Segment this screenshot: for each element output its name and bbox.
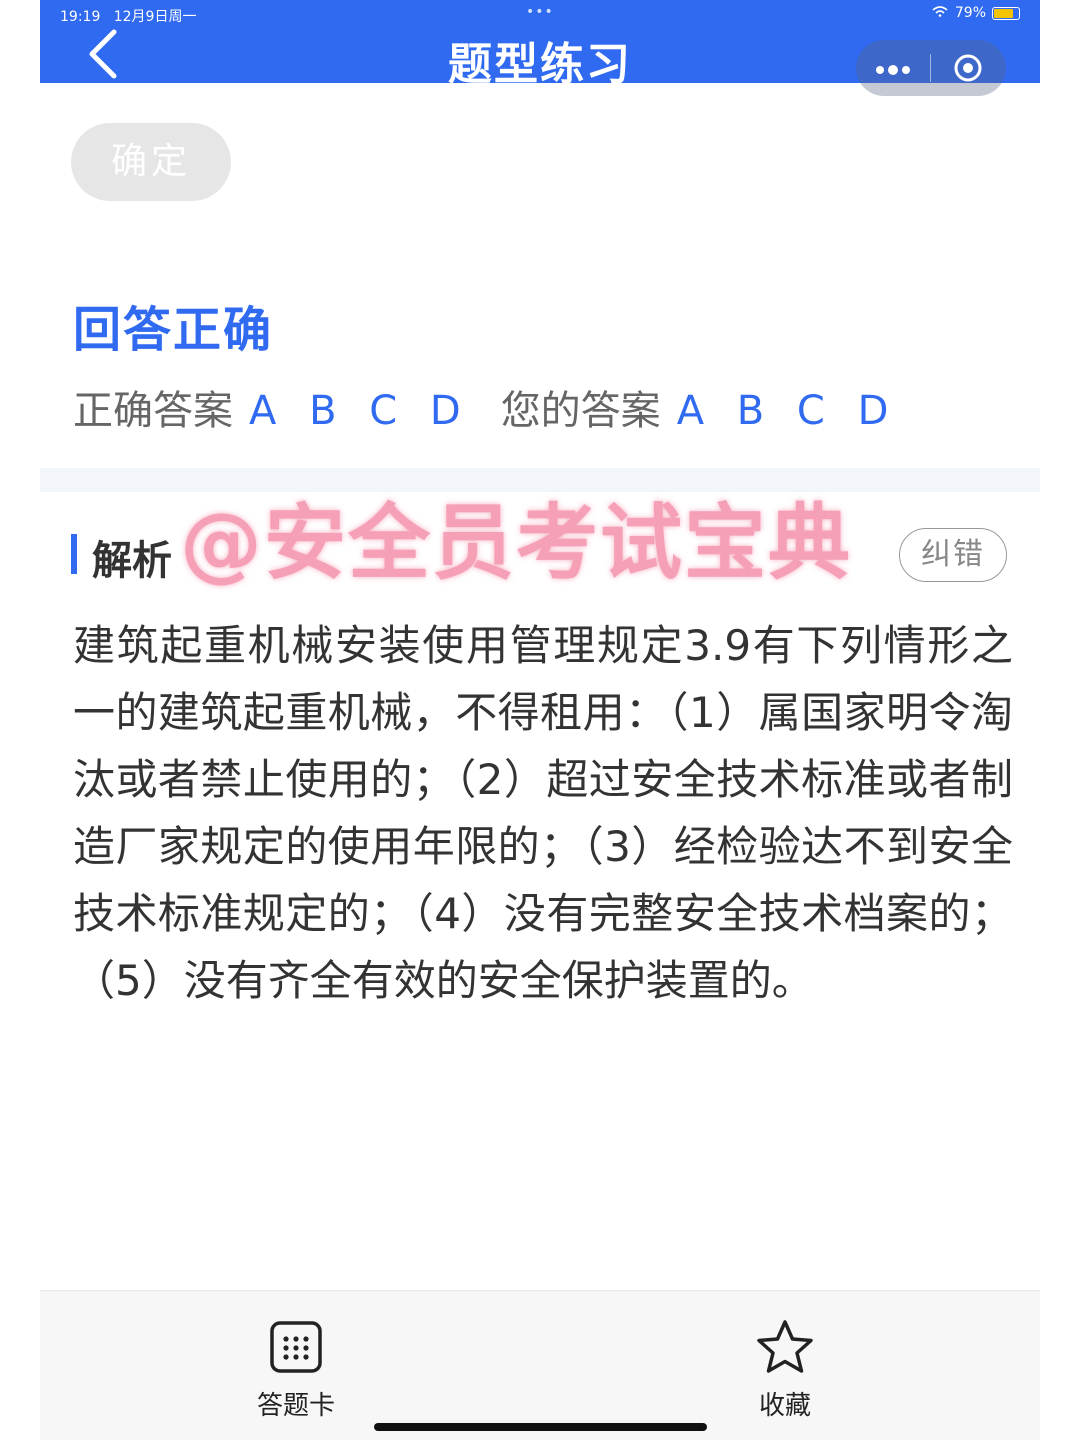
analysis-accent-bar [71, 534, 77, 574]
home-indicator [374, 1423, 707, 1431]
target-icon [954, 54, 982, 82]
correct-answer-value: A B C D [249, 388, 471, 434]
answer-card-label: 答题卡 [256, 1391, 335, 1421]
star-icon [757, 1320, 813, 1373]
your-answer-label: 您的答案 [500, 388, 661, 434]
close-miniprogram-button[interactable] [931, 53, 1005, 83]
wifi-icon [931, 5, 949, 21]
grid-icon [270, 1321, 322, 1373]
result-status: 回答正确 [73, 302, 274, 358]
status-time: 19:19 12月9日周一 [60, 9, 197, 25]
battery-icon [992, 6, 1020, 20]
answer-summary: 正确答案 A B C D 您的答案 A B C D [73, 378, 898, 436]
status-dots: ••• [526, 4, 554, 20]
favorite-tab[interactable]: 收藏 [705, 1317, 865, 1422]
bottom-toolbar: 答题卡 收藏 [40, 1290, 1040, 1440]
ellipsis-icon [876, 64, 910, 75]
battery-percent: 79% [954, 5, 986, 21]
correct-answer-label: 正确答案 [73, 388, 233, 434]
your-answer-value: A B C D [676, 388, 899, 434]
report-error-button[interactable]: 纠错 [899, 528, 1007, 582]
mini-program-capsule [856, 40, 1006, 96]
status-right: 79% [931, 5, 1020, 21]
answer-card-tab[interactable]: 答题卡 [216, 1317, 376, 1422]
confirm-button[interactable]: 确定 [71, 123, 231, 201]
app-frame: 19:19 12月9日周一 ••• 79% 题型练习 确定 回答正确 正确答案 A… [40, 0, 1040, 1440]
watermark-text: @安全员考试宝典 [177, 494, 853, 594]
favorite-label: 收藏 [758, 1391, 811, 1421]
more-button[interactable] [856, 56, 930, 81]
analysis-title: 解析 [92, 538, 172, 584]
analysis-body: 建筑起重机械安装使用管理规定3.9有下列情形之一的建筑起重机械，不得租用：（1）… [73, 621, 1013, 1005]
